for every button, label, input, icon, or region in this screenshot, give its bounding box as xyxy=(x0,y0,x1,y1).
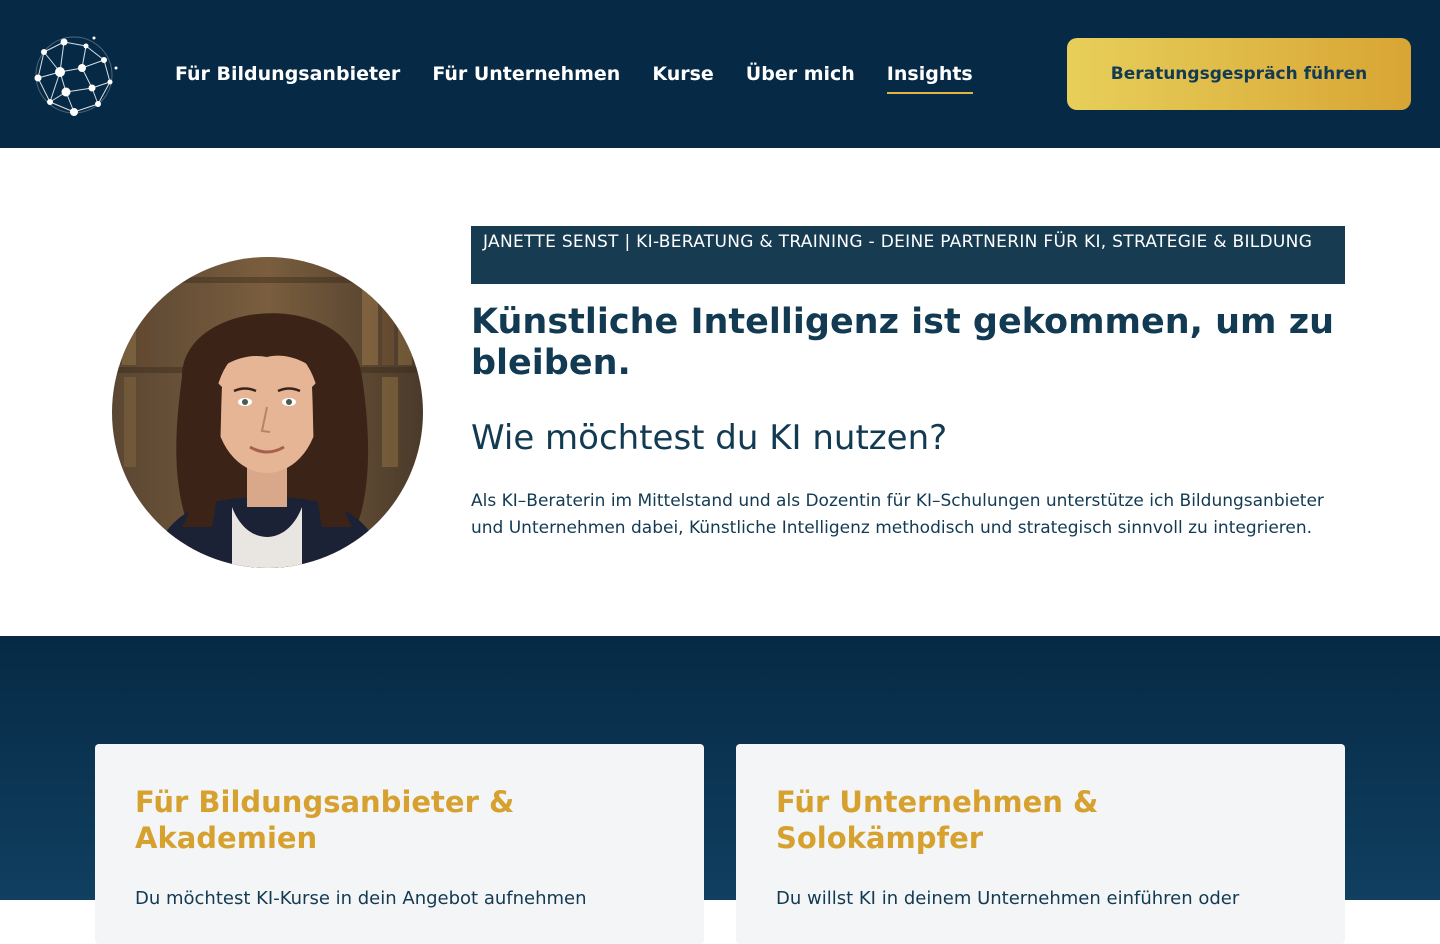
site-header: Für Bildungsanbieter Für Unternehmen Kur… xyxy=(0,0,1440,148)
hero-description: Als KI–Beraterin im Mittelstand und als … xyxy=(471,491,1324,538)
card-title: Für Bildungsanbieter & Akademien xyxy=(135,785,515,855)
nav-item-ueber-mich[interactable]: Über mich xyxy=(746,63,855,85)
hero-subtitle: Wie möchtest du KI nutzen? xyxy=(471,418,948,458)
nav-item-unternehmen[interactable]: Für Unternehmen xyxy=(432,63,620,85)
card-title: Für Unternehmen & Solokämpfer xyxy=(776,785,1099,855)
service-card-unternehmen[interactable]: Für Unternehmen & Solokämpfer Du willst … xyxy=(736,744,1345,944)
service-card-bildungsanbieter[interactable]: Für Bildungsanbieter & Akademien Du möch… xyxy=(95,744,704,944)
hero-tagline: JANETTE SENST | KI-BERATUNG & TRAINING -… xyxy=(471,226,1345,284)
nav-item-bildungsanbieter[interactable]: Für Bildungsanbieter xyxy=(175,63,400,85)
card-text: Du willst KI in deinem Unternehmen einfü… xyxy=(776,888,1240,909)
hero-section: JANETTE SENST | KI-BERATUNG & TRAINING -… xyxy=(0,148,1440,636)
main-navigation: Für Bildungsanbieter Für Unternehmen Kur… xyxy=(175,0,1005,148)
services-section: Für Bildungsanbieter & Akademien Du möch… xyxy=(0,636,1440,944)
card-text: Du möchtest KI-Kurse in dein Angebot auf… xyxy=(135,888,587,909)
hero-title: Künstliche Intelligenz ist gekommen, um … xyxy=(471,302,1335,383)
portrait-photo xyxy=(112,257,423,568)
nav-item-kurse[interactable]: Kurse xyxy=(652,63,713,85)
nav-item-insights[interactable]: Insights xyxy=(886,63,973,94)
consultation-button[interactable]: Beratungsgespräch führen xyxy=(1067,38,1411,110)
network-globe-logo-icon[interactable] xyxy=(30,32,120,118)
